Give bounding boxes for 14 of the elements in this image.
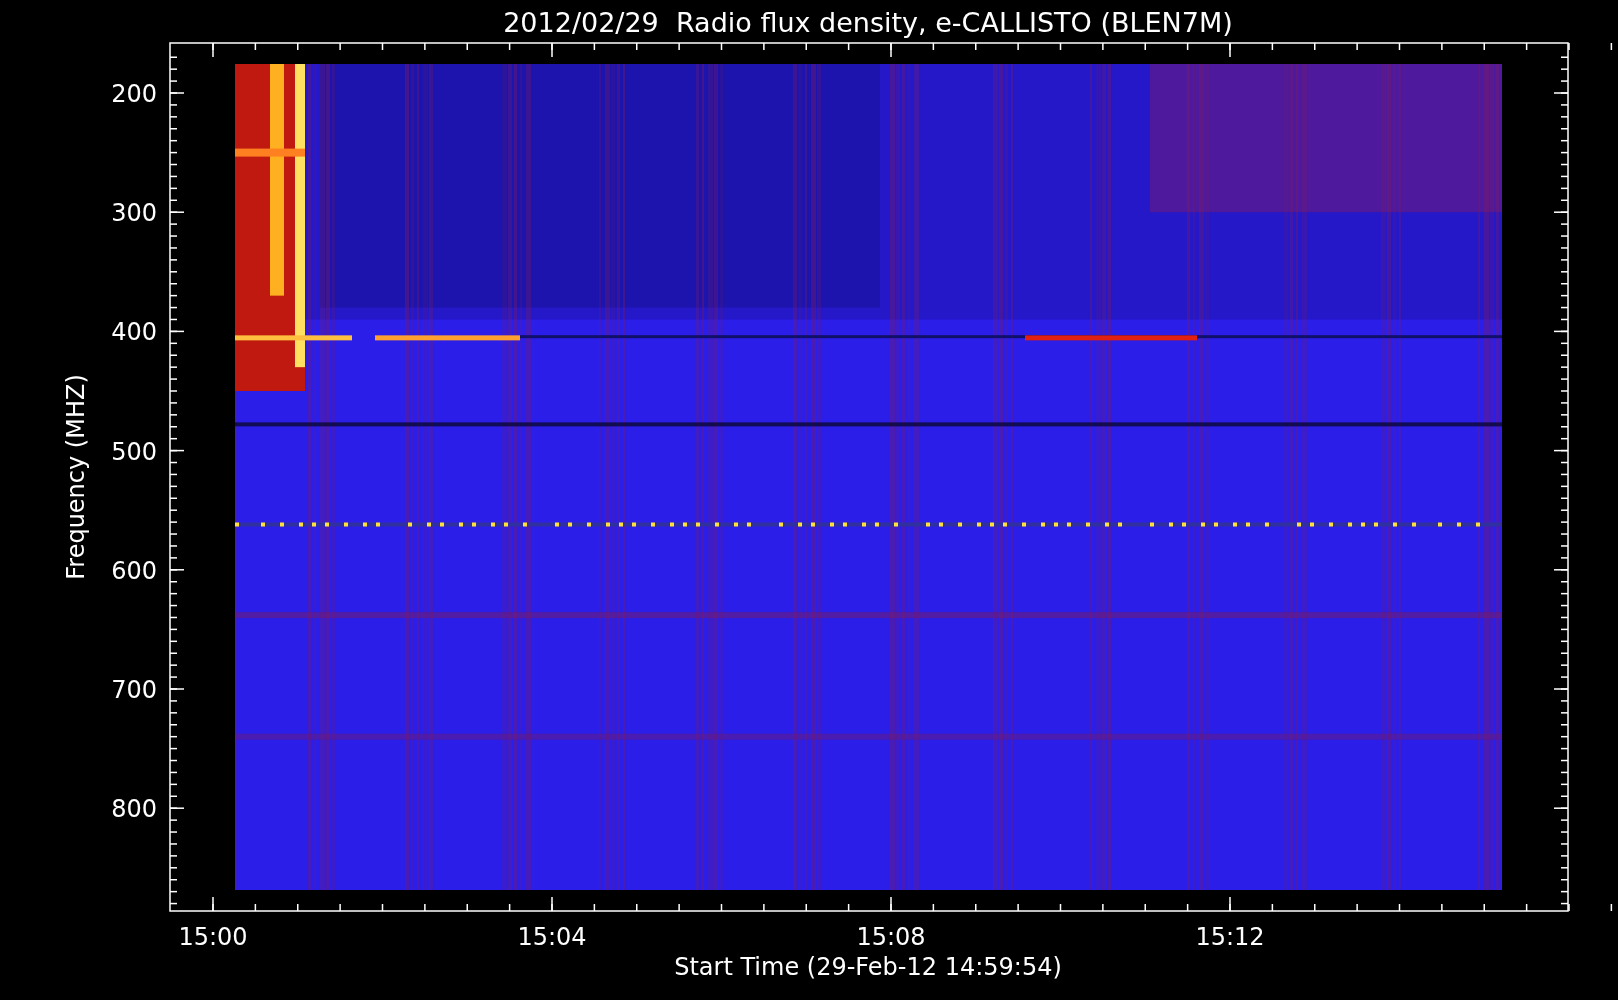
y-tick-label: 800 (111, 795, 157, 824)
x-tick-label: 15:12 (1195, 923, 1265, 951)
y-tick-label: 700 (111, 676, 157, 704)
y-axis-label: Frequency (MHZ) (62, 374, 90, 580)
y-tick-label: 400 (111, 318, 157, 347)
y-tick-label: 300 (111, 199, 157, 228)
chart-title: 2012/02/29 Radio flux density, e-CALLISTO (BLEN7M) (503, 7, 1233, 38)
x-axis-label: Start Time (29-Feb-12 14:59:54) (674, 953, 1062, 981)
x-tick-label: 15:04 (517, 923, 587, 951)
y-tick-label: 500 (111, 437, 157, 466)
x-tick-label: 15:00 (178, 923, 248, 951)
x-tick-label: 15:08 (856, 923, 926, 951)
y-tick-label: 600 (111, 556, 157, 585)
y-tick-label: 200 (111, 80, 157, 108)
